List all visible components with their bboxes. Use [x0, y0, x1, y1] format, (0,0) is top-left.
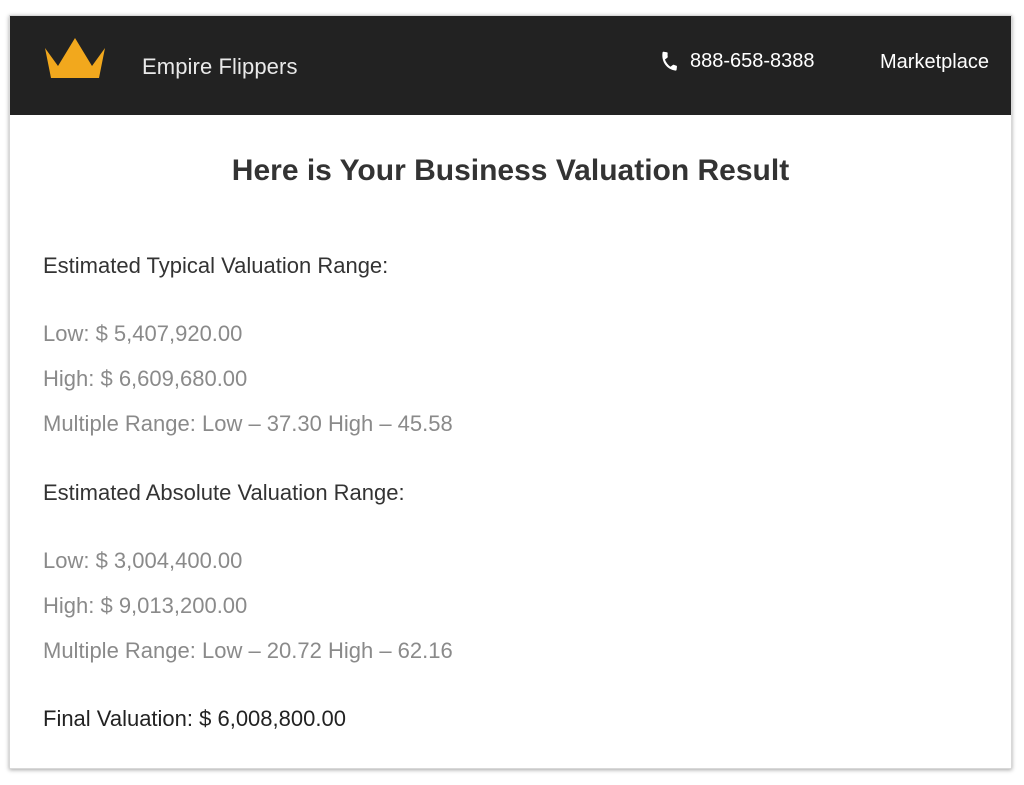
nav-marketplace-link[interactable]: Marketplace: [880, 51, 989, 74]
absolute-range-heading: Estimated Absolute Valuation Range:: [43, 480, 405, 505]
brand-name-link[interactable]: Empire Flippers: [142, 54, 298, 80]
absolute-multiple-range: Multiple Range: Low – 20.72 High – 62.16: [43, 638, 453, 663]
typical-range-heading: Estimated Typical Valuation Range:: [43, 253, 389, 278]
phone-icon: [662, 51, 678, 71]
phone-number: 888-658-8388: [690, 50, 815, 72]
typical-multiple-range: Multiple Range: Low – 37.30 High – 45.58: [43, 411, 453, 436]
absolute-low-value: Low: $ 3,004,400.00: [43, 548, 243, 573]
page-title: Here is Your Business Valuation Result: [231, 154, 790, 187]
absolute-high-value: High: $ 9,013,200.00: [43, 593, 248, 618]
crown-logo-icon[interactable]: [43, 36, 107, 80]
typical-low-value: Low: $ 5,407,920.00: [43, 321, 243, 346]
page-frame: Empire Flippers 888-658-8388 Marketplace…: [9, 15, 1012, 769]
phone-link[interactable]: 888-658-8388: [658, 50, 815, 73]
top-navbar: Empire Flippers 888-658-8388 Marketplace: [10, 16, 1011, 115]
final-valuation: Final Valuation: $ 6,008,800.00: [43, 706, 346, 731]
typical-high-value: High: $ 6,609,680.00: [43, 366, 248, 391]
